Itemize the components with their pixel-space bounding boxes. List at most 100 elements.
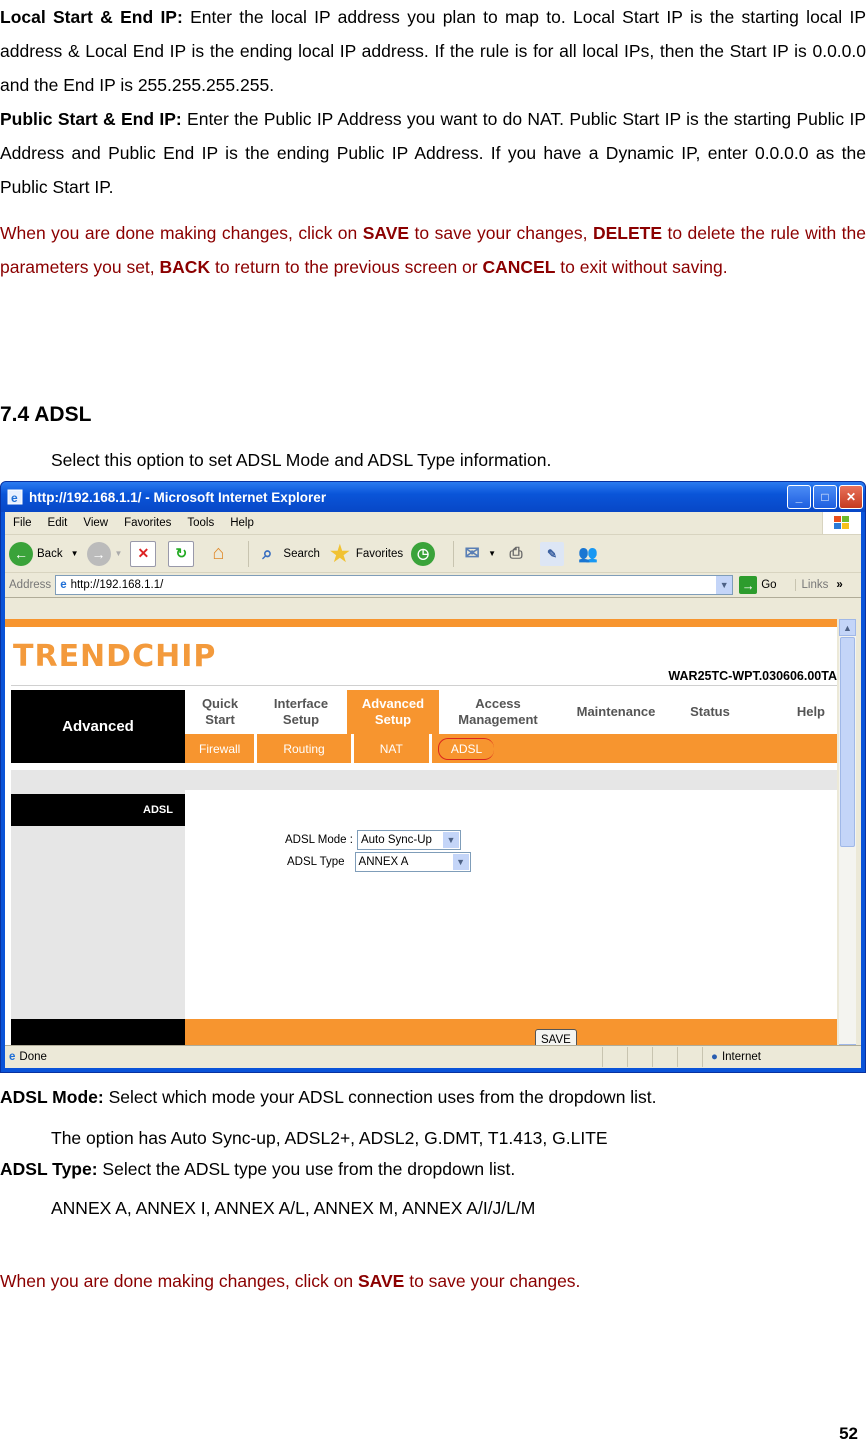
tab-interface-setup[interactable]: Interface Setup bbox=[255, 690, 347, 734]
note-save: SAVE bbox=[362, 223, 410, 243]
history-button[interactable]: ◷ bbox=[411, 541, 439, 566]
maximize-button[interactable]: □ bbox=[813, 485, 837, 509]
subtab-routing[interactable]: Routing bbox=[257, 734, 354, 763]
address-input[interactable]: e http://192.168.1.1/ ▼ bbox=[55, 575, 734, 595]
adsl-mode-select[interactable]: Auto Sync-Up ▼ bbox=[356, 830, 461, 850]
status-cell bbox=[652, 1047, 677, 1067]
note-text: to save your changes, bbox=[409, 223, 593, 243]
tab-status[interactable]: Status bbox=[675, 690, 745, 734]
mail-icon: ✉ bbox=[464, 543, 480, 563]
status-cell bbox=[602, 1047, 627, 1067]
note-text: When you are done making changes, click … bbox=[0, 1271, 358, 1291]
local-ip-paragraph: Local Start & End IP: Enter the local IP… bbox=[0, 0, 866, 102]
divider bbox=[11, 685, 837, 686]
mail-button[interactable]: ✉ ▼ bbox=[460, 542, 496, 566]
messenger-button[interactable]: 👥 bbox=[576, 542, 604, 566]
messenger-icon: 👥 bbox=[578, 545, 599, 563]
adsl-type-value: ANNEX A bbox=[358, 856, 409, 868]
tab-advanced-setup[interactable]: Advanced Setup bbox=[347, 690, 439, 734]
adsl-type-row: ADSL Type ANNEX A ▼ bbox=[287, 852, 471, 872]
browser-window: e http://192.168.1.1/ - Microsoft Intern… bbox=[0, 481, 866, 1073]
menu-view[interactable]: View bbox=[83, 517, 108, 529]
go-button[interactable]: → Go bbox=[739, 576, 777, 594]
left-column bbox=[11, 790, 185, 1055]
stop-button[interactable]: ✕ bbox=[130, 540, 160, 567]
menu-favorites[interactable]: Favorites bbox=[124, 517, 171, 529]
print-button[interactable]: ⎙ bbox=[504, 542, 532, 566]
address-dropdown-icon[interactable]: ▼ bbox=[716, 576, 733, 594]
section-label: Advanced bbox=[11, 690, 185, 763]
router-page: TRENDCHIP WAR25TC-WPT.030606.00TA Advanc… bbox=[5, 619, 837, 1061]
page-status-icon: e bbox=[9, 1051, 16, 1063]
tab-maintenance[interactable]: Maintenance bbox=[557, 690, 675, 734]
star-icon: ★ bbox=[329, 540, 350, 566]
forward-arrow-icon: → bbox=[86, 541, 111, 566]
tab-help[interactable]: Help bbox=[745, 690, 825, 734]
adsl-mode-value: Auto Sync-Up bbox=[360, 834, 432, 846]
public-ip-label: Public Start & End IP: bbox=[0, 109, 182, 129]
dropdown-icon: ▼ bbox=[114, 549, 123, 558]
scroll-up-icon[interactable]: ▲ bbox=[839, 619, 856, 636]
note-back: BACK bbox=[159, 257, 211, 277]
back-button[interactable]: ← Back ▼ bbox=[9, 541, 79, 566]
windows-logo-icon bbox=[822, 512, 861, 534]
local-ip-label: Local Start & End IP: bbox=[0, 7, 183, 27]
subtab-firewall[interactable]: Firewall bbox=[185, 734, 258, 763]
save-note: When you are done making changes, click … bbox=[0, 216, 866, 284]
menu-file[interactable]: File bbox=[13, 517, 32, 529]
chevron-icon[interactable]: » bbox=[836, 579, 842, 591]
menu-help[interactable]: Help bbox=[230, 517, 254, 529]
adsl-mode-paragraph: ADSL Mode: Select which mode your ADSL c… bbox=[0, 1080, 866, 1114]
note-text: to exit without saving. bbox=[555, 257, 728, 277]
subtab-nat[interactable]: NAT bbox=[354, 734, 432, 763]
go-arrow-icon: → bbox=[739, 576, 758, 594]
vertical-scrollbar[interactable]: ▲ ▼ bbox=[839, 619, 856, 1061]
tab-label: Quick bbox=[201, 696, 239, 711]
left-section-label: ADSL bbox=[11, 794, 185, 826]
tab-access-management[interactable]: Access Management bbox=[439, 690, 557, 734]
chevron-down-icon: ▼ bbox=[442, 832, 459, 848]
edit-button[interactable]: ✎ bbox=[540, 541, 568, 566]
stop-icon: ✕ bbox=[130, 540, 157, 567]
tab-quick-start[interactable]: Quick Start bbox=[185, 690, 255, 734]
status-cell bbox=[627, 1047, 652, 1067]
search-label: Search bbox=[283, 547, 320, 560]
svg-text:e: e bbox=[11, 491, 18, 505]
menu-bar: File Edit View Favorites Tools Help bbox=[5, 512, 861, 535]
tab-label: Advanced bbox=[361, 696, 425, 711]
page-number: 52 bbox=[839, 1424, 858, 1443]
favorites-button[interactable]: ★ Favorites bbox=[328, 540, 403, 566]
status-text: Done bbox=[19, 1051, 47, 1063]
close-button[interactable]: ✕ bbox=[839, 485, 863, 509]
menu-edit[interactable]: Edit bbox=[48, 517, 68, 529]
address-bar: Address e http://192.168.1.1/ ▼ → Go Link… bbox=[5, 573, 861, 598]
menu-tools[interactable]: Tools bbox=[187, 517, 214, 529]
tab-label: Help bbox=[796, 704, 825, 719]
note-text: to save your changes. bbox=[404, 1271, 581, 1291]
main-nav: Advanced Quick Start Interface Setup Advan… bbox=[11, 690, 837, 763]
dropdown-icon: ▼ bbox=[488, 549, 497, 558]
search-button[interactable]: ⌕ Search bbox=[255, 542, 319, 566]
minimize-button[interactable]: _ bbox=[787, 485, 811, 509]
subtab-adsl[interactable]: ADSL bbox=[437, 737, 495, 760]
adsl-mode-desc: Select which mode your ADSL connection u… bbox=[103, 1087, 657, 1107]
tab-label: Access bbox=[475, 696, 521, 711]
scroll-thumb[interactable] bbox=[840, 637, 855, 847]
adsl-type-term: ADSL Type: bbox=[0, 1159, 98, 1179]
forward-button[interactable]: → ▼ bbox=[86, 541, 123, 566]
history-icon: ◷ bbox=[411, 541, 436, 566]
section-title: 7.4 ADSL bbox=[0, 403, 92, 426]
home-button[interactable]: ⌂ bbox=[206, 542, 234, 566]
links-button[interactable]: Links bbox=[794, 579, 828, 591]
refresh-icon: ↻ bbox=[168, 540, 195, 567]
refresh-button[interactable]: ↻ bbox=[168, 540, 198, 567]
adsl-type-select[interactable]: ANNEX A ▼ bbox=[354, 852, 471, 872]
address-label: Address bbox=[9, 579, 52, 591]
adsl-type-label: ADSL Type bbox=[287, 856, 345, 868]
status-bar: e Done ● Internet bbox=[5, 1045, 861, 1068]
toolbar-separator bbox=[248, 540, 250, 567]
adsl-mode-row: ADSL Mode : Auto Sync-Up ▼ bbox=[285, 830, 461, 850]
public-ip-paragraph: Public Start & End IP: Enter the Public … bbox=[0, 102, 866, 204]
trendchip-logo: TRENDCHIP bbox=[13, 639, 217, 674]
save-note-2: When you are done making changes, click … bbox=[0, 1264, 866, 1298]
